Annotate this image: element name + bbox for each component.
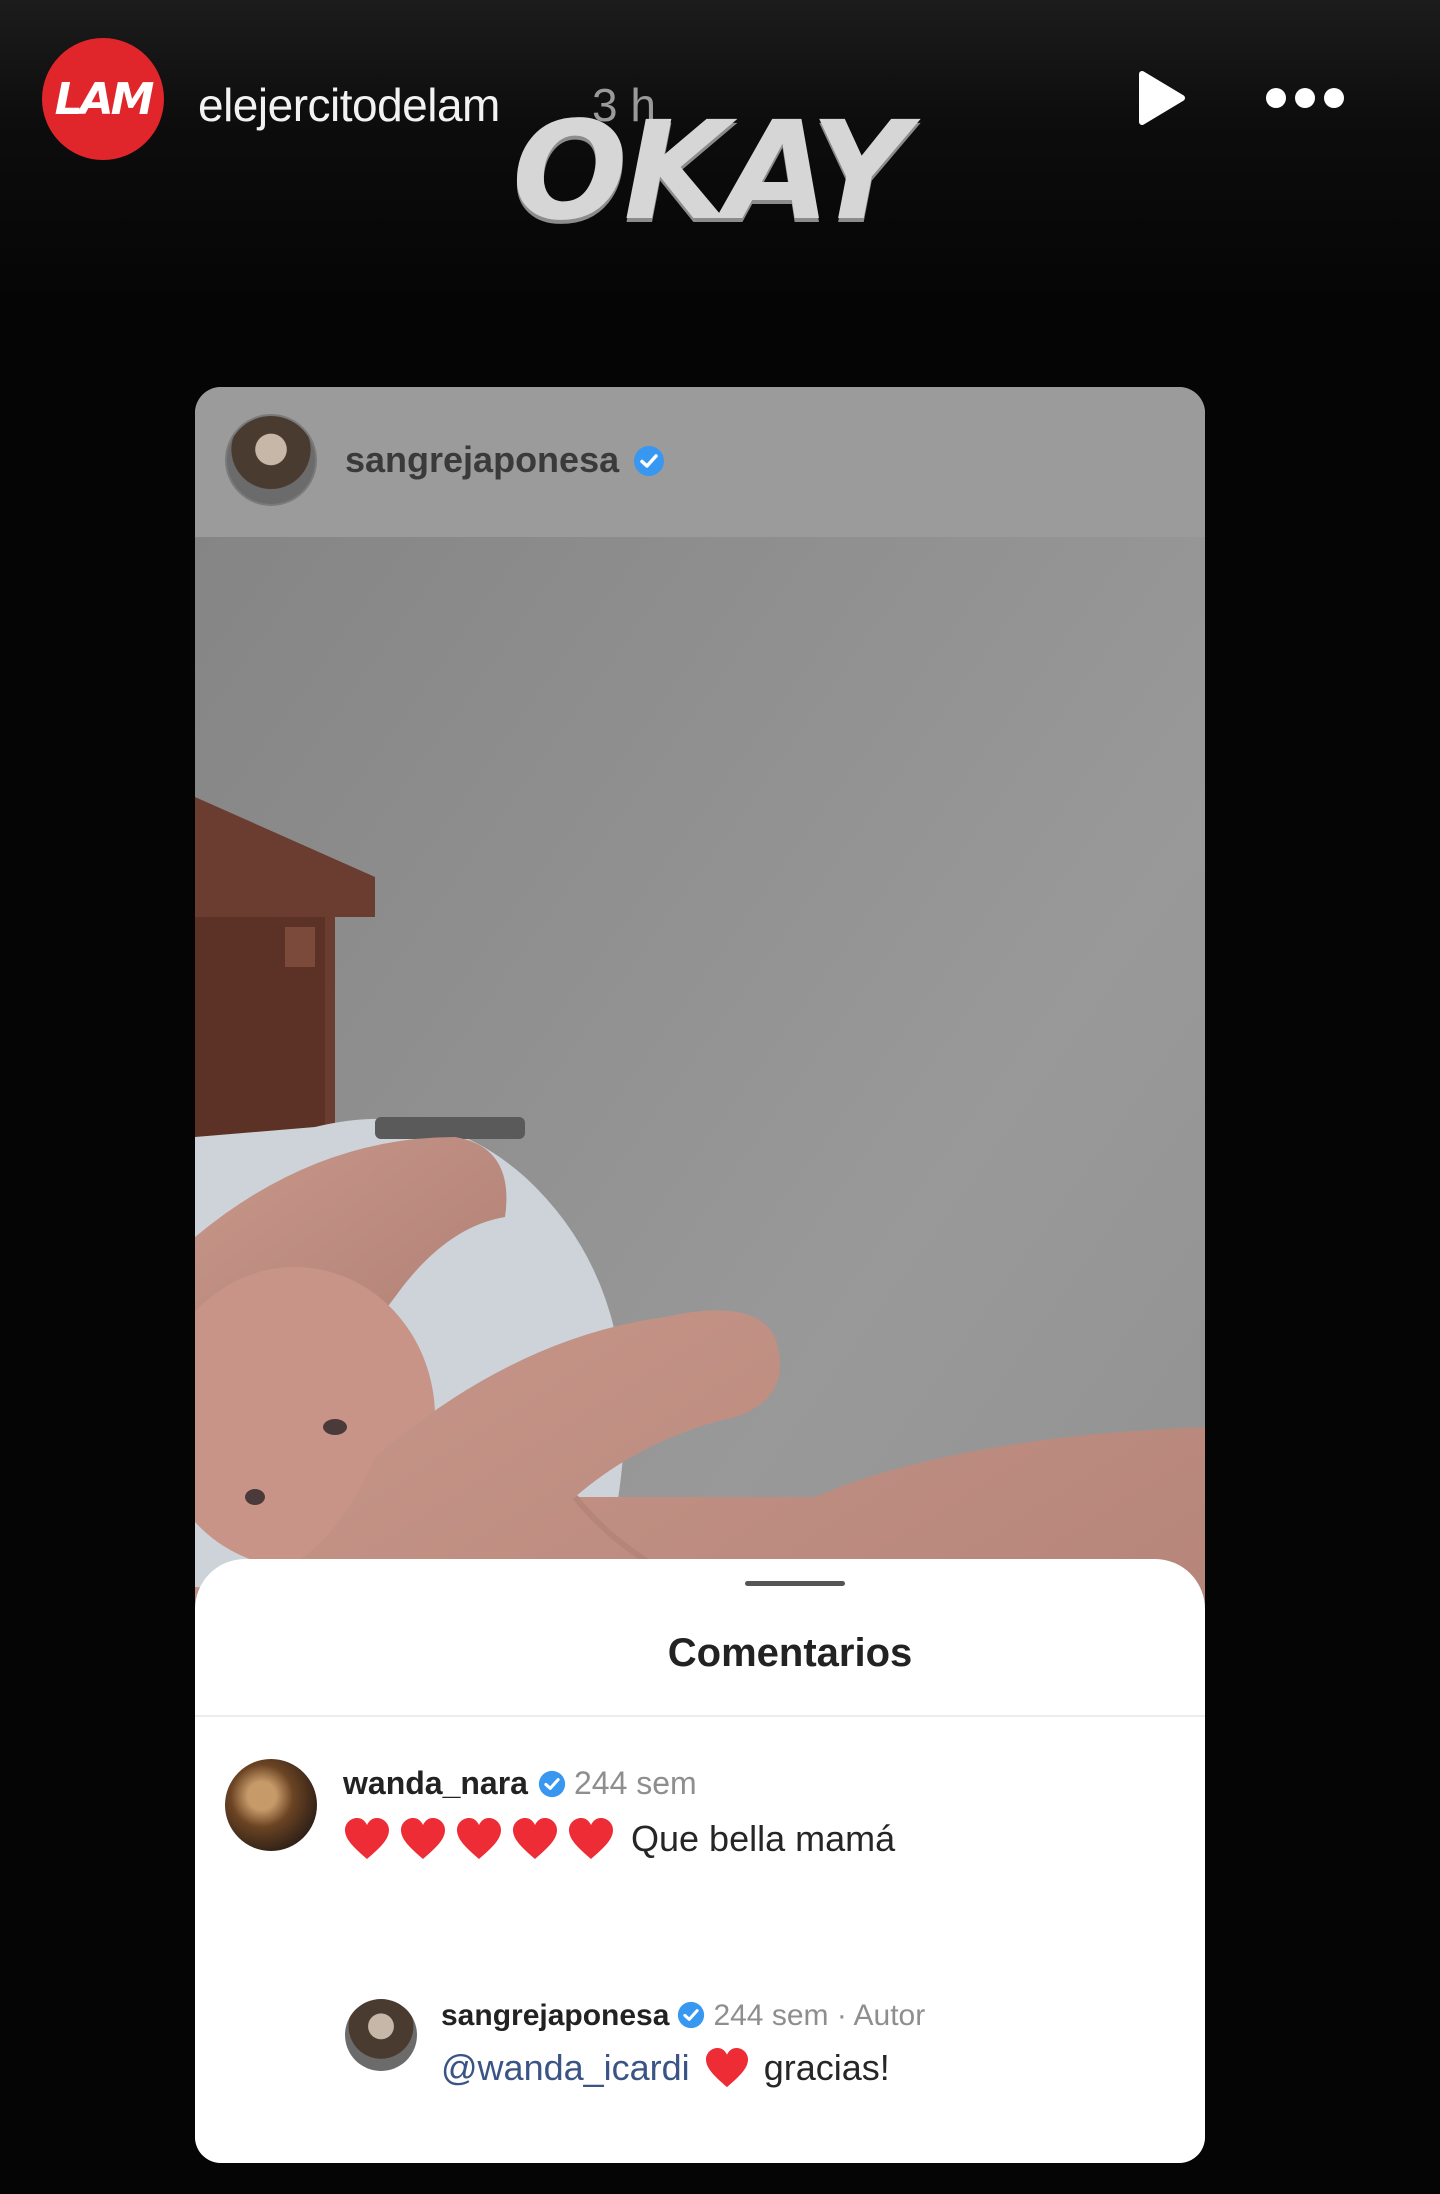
comment-header: wanda_nara 244 sem <box>343 1765 697 1802</box>
verified-badge-icon <box>678 2001 705 2029</box>
okay-sticker: OKAY <box>512 93 909 251</box>
heart-emojis <box>343 1817 615 1861</box>
post-author-username-text: sangrejaponesa <box>345 439 620 480</box>
post-header: sangrejaponesa <box>195 387 1205 537</box>
sheet-drag-handle[interactable] <box>745 1581 845 1586</box>
heart-emoji-icon <box>345 1818 389 1859</box>
reply-author-avatar[interactable] <box>345 1999 417 2071</box>
play-icon <box>1139 71 1185 125</box>
play-button[interactable] <box>1130 68 1190 128</box>
more-horizontal-icon <box>1266 88 1344 108</box>
heart-emoji-icon <box>457 1818 501 1859</box>
comment-timestamp: 244 sem <box>573 1765 697 1801</box>
heart-emoji-icon <box>513 1818 557 1859</box>
post-author-username[interactable]: sangrejaponesa <box>345 439 665 481</box>
comment-body: Que bella mamá <box>343 1817 895 1861</box>
reply-header: sangrejaponesa 244 sem · Autor <box>441 1999 925 2033</box>
comments-sheet: Comentarios wanda_nara 244 sem Que bella… <box>195 1559 1205 2163</box>
heart-emoji-icon <box>705 2047 748 2088</box>
account-avatar-logo: LAM <box>54 73 155 125</box>
story-header: LAM elejercitodelam 3 h OKAY <box>0 0 1440 240</box>
reply-timestamp: 244 sem · Autor <box>713 1999 926 2032</box>
account-name[interactable]: elejercitodelam <box>198 78 500 132</box>
shared-post-card[interactable]: sangrejaponesa Comentarios wanda_nara 24… <box>195 387 1205 2163</box>
post-author-avatar[interactable] <box>225 414 317 506</box>
commenter-username[interactable]: wanda_nara <box>343 1765 528 1801</box>
more-options-button[interactable] <box>1260 80 1350 116</box>
reply-mention[interactable]: @wanda_icardi <box>441 2047 690 2089</box>
comments-title: Comentarios <box>667 1631 913 1675</box>
reply-text: gracias! <box>763 2047 890 2088</box>
verified-badge-icon <box>538 1770 566 1798</box>
commenter-avatar[interactable] <box>225 1759 317 1851</box>
verified-badge-icon <box>634 446 665 476</box>
account-avatar[interactable]: LAM <box>42 38 164 160</box>
comment-text: Que bella mamá <box>631 1818 896 1859</box>
heart-emoji-icon <box>569 1818 613 1859</box>
sheet-divider <box>195 1715 1205 1717</box>
heart-emoji-icon <box>401 1818 445 1859</box>
reply-author-username[interactable]: sangrejaponesa <box>441 1999 669 2032</box>
reply-body: @wanda_icardi gracias! <box>441 2047 890 2089</box>
